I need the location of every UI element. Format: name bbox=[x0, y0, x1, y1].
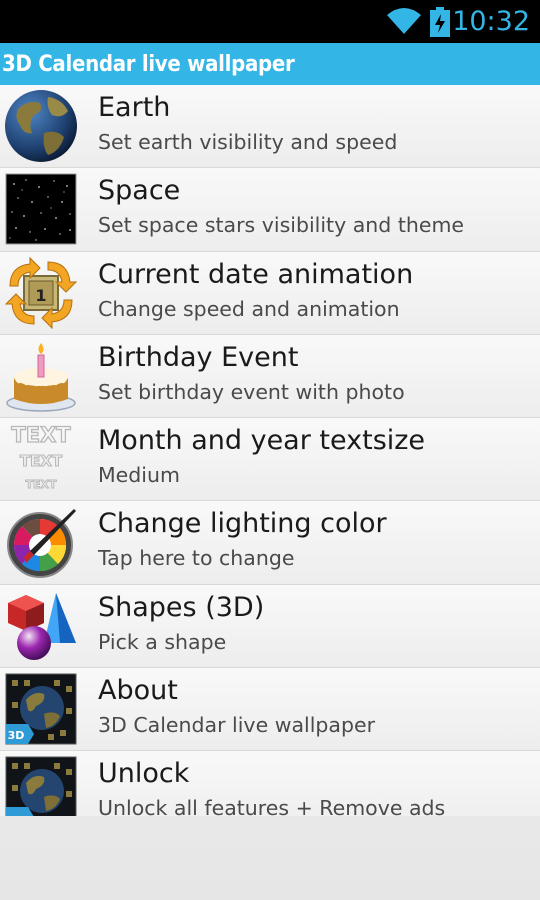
date-rotate-icon: 1 bbox=[4, 256, 78, 330]
icon-text-small: TEXT bbox=[25, 478, 56, 491]
starfield-icon bbox=[4, 172, 78, 246]
app-3d-icon: 3D bbox=[4, 672, 78, 746]
status-bar: 10:32 bbox=[0, 0, 540, 43]
setting-title: Birthday Event bbox=[98, 341, 299, 373]
birthday-cake-icon bbox=[4, 339, 78, 413]
app-title: 3D Calendar live wallpaper bbox=[2, 52, 295, 77]
icon-text-large: TEXT bbox=[11, 423, 71, 447]
setting-title: Change lighting color bbox=[98, 508, 387, 540]
app-bar: 3D Calendar live wallpaper bbox=[0, 43, 540, 85]
settings-list[interactable]: Earth Set earth visibility and speed Spa… bbox=[0, 85, 540, 816]
setting-summary: Set birthday event with photo bbox=[98, 379, 405, 404]
app-unlock-icon bbox=[4, 755, 78, 816]
setting-shapes[interactable]: Shapes (3D) Pick a shape bbox=[0, 584, 540, 668]
setting-title: Current date animation bbox=[98, 258, 414, 290]
setting-birthday-event[interactable]: Birthday Event Set birthday event with p… bbox=[0, 334, 540, 418]
status-clock: 10:32 bbox=[452, 6, 530, 37]
setting-summary: Set earth visibility and speed bbox=[98, 130, 398, 154]
setting-summary: Tap here to change bbox=[98, 546, 295, 571]
setting-title: Shapes (3D) bbox=[98, 591, 265, 623]
setting-earth[interactable]: Earth Set earth visibility and speed bbox=[0, 85, 540, 169]
earth-icon bbox=[4, 89, 78, 163]
setting-space[interactable]: Space Set space stars visibility and the… bbox=[0, 168, 540, 252]
icon-text-medium: TEXT bbox=[20, 452, 63, 470]
setting-summary: 3D Calendar live wallpaper bbox=[98, 712, 376, 737]
setting-summary: Change speed and animation bbox=[98, 296, 400, 321]
shapes-icon bbox=[4, 589, 78, 663]
setting-title: Space bbox=[98, 175, 181, 207]
svg-text:1: 1 bbox=[35, 286, 46, 305]
setting-about[interactable]: 3D About 3D Calendar live wallpaper bbox=[0, 667, 540, 751]
setting-lighting-color[interactable]: Change lighting color Tap here to change bbox=[0, 501, 540, 585]
setting-summary: Set space stars visibility and theme bbox=[98, 213, 465, 238]
setting-summary: Medium bbox=[98, 463, 180, 487]
setting-title: Earth bbox=[98, 92, 171, 123]
battery-charging-icon bbox=[429, 7, 451, 37]
setting-date-animation[interactable]: 1 Current date animation Change speed an… bbox=[0, 251, 540, 335]
setting-textsize[interactable]: TEXT TEXT TEXT Month and year textsize M… bbox=[0, 418, 540, 502]
setting-title: Unlock bbox=[98, 758, 190, 789]
setting-title: Month and year textsize bbox=[98, 425, 426, 456]
setting-title: About bbox=[98, 674, 178, 706]
setting-unlock[interactable]: Unlock Unlock all features + Remove ads bbox=[0, 751, 540, 816]
color-palette-icon bbox=[4, 505, 78, 579]
setting-summary: Unlock all features + Remove ads bbox=[98, 796, 446, 816]
setting-summary: Pick a shape bbox=[98, 629, 227, 654]
icon-3d-badge: 3D bbox=[8, 729, 25, 742]
wifi-icon bbox=[386, 6, 422, 36]
text-size-icon: TEXT TEXT TEXT bbox=[4, 422, 78, 496]
